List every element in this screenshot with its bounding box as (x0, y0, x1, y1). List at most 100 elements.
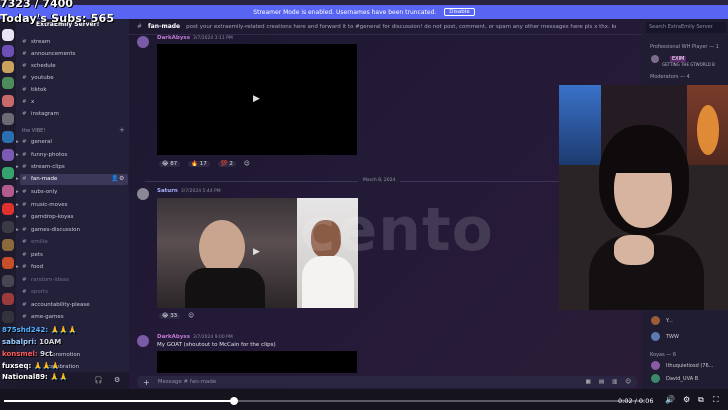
channel-youtube[interactable]: # youtube (22, 75, 54, 81)
message-author[interactable]: DarkAbyss 3/7/2024 3:11 PM (157, 35, 233, 41)
reaction[interactable]: 😂 33 (159, 313, 181, 319)
channel-funny-photos[interactable]: ▸ # funny-photos (16, 152, 67, 158)
channel-fan-made[interactable]: ▸ # fan-made (16, 176, 57, 182)
member-name[interactable]: Ithuquietiosd (76... (666, 363, 713, 369)
gift-icon[interactable]: ▦ (586, 379, 591, 385)
channel-random-ideas[interactable]: # random-ideas (22, 277, 69, 283)
chevron-right-icon: ▸ (16, 214, 19, 220)
avatar[interactable] (651, 55, 659, 63)
message-timestamp: 3/7/2024 9:00 PM (192, 335, 233, 340)
channel-promotion[interactable]: promotion (52, 352, 80, 358)
play-icon[interactable]: ▶ (253, 94, 260, 104)
settings-gear-icon[interactable]: ⚙ (114, 376, 120, 384)
channel-games-discussion[interactable]: ▸ # games-discussion (16, 227, 80, 233)
reaction[interactable]: 💯 2 (217, 161, 236, 167)
sticker-icon[interactable]: ▥ (612, 379, 617, 385)
server-icon[interactable] (2, 45, 14, 57)
channel-emilie[interactable]: # emilie (22, 239, 48, 245)
stream-chat-text: 🙏🙏🙏 (50, 326, 77, 334)
channel-gamdrop-koyas[interactable]: ▸ # gamdrop-koyas (16, 214, 74, 220)
disable-streamer-mode-button[interactable]: Disable (444, 8, 475, 16)
settings-gear-icon[interactable]: ⚙ (683, 395, 690, 404)
channel-sports[interactable]: # sports (22, 289, 48, 295)
avatar[interactable] (137, 36, 149, 48)
server-icon[interactable] (2, 239, 14, 251)
emoji-icon[interactable]: ☺ (625, 379, 631, 385)
server-icon[interactable] (2, 131, 14, 143)
channel-category[interactable]: the VIBE! (22, 128, 45, 134)
channel-topic[interactable]: post your extraemily-related creations h… (186, 24, 616, 30)
gif-icon[interactable]: ▤ (599, 379, 604, 385)
channel-tiktok[interactable]: # tiktok (22, 87, 47, 93)
channel-music-moves[interactable]: ▸ # music-moves (16, 202, 67, 208)
video-attachment[interactable] (157, 351, 357, 373)
avatar[interactable] (137, 335, 149, 347)
server-icon[interactable] (2, 149, 14, 161)
stream-chat-text: 🙏🙏🙏 (33, 362, 60, 370)
server-icon[interactable] (2, 293, 14, 305)
stream-chat-message: 875shd242: 🙏🙏🙏 (2, 326, 77, 334)
server-icon[interactable] (2, 29, 14, 41)
server-icon[interactable] (2, 257, 14, 269)
member-name[interactable]: David_UVA B (666, 376, 698, 382)
channel-stream[interactable]: # stream (22, 39, 50, 45)
avatar[interactable] (651, 316, 660, 325)
avatar[interactable] (651, 332, 660, 341)
server-icon[interactable] (2, 221, 14, 233)
hash-icon: # (137, 23, 143, 30)
headset-icon[interactable]: 🎧 (94, 376, 103, 384)
member-name[interactable]: TWW (666, 334, 679, 340)
message-author[interactable]: Saturn 3/7/2024 5:44 PM (157, 188, 221, 194)
server-icon[interactable] (2, 77, 14, 89)
server-icon[interactable] (2, 113, 14, 125)
stream-chat-user: sabalpri: (2, 338, 37, 346)
add-channel-icon[interactable]: + (119, 126, 125, 134)
channel-schedule[interactable]: # schedule (22, 63, 56, 69)
stream-chat-message: fuxseq: 🙏🙏🙏 (2, 362, 60, 370)
avatar[interactable] (137, 188, 149, 200)
search-input[interactable]: Search ExtraEmily Server (646, 22, 726, 33)
channel-subs-only[interactable]: ▸ # subs-only (16, 189, 57, 195)
add-member-icon[interactable]: 👤 (111, 175, 118, 182)
channel-announcements[interactable]: # announcements (22, 51, 75, 57)
message-input[interactable]: + Message # fan-made ▦ ▤ ▥ ☺ (137, 376, 637, 388)
video-attachment-left[interactable] (157, 198, 297, 308)
channel-instagram[interactable]: # instagram (22, 111, 59, 117)
avatar[interactable] (651, 374, 660, 383)
gear-icon[interactable]: ⚙ (119, 175, 124, 182)
progress-fill (4, 400, 235, 402)
server-icon[interactable] (2, 275, 14, 287)
add-reaction-icon[interactable]: ☺ (244, 161, 250, 167)
reaction[interactable]: 🔥 17 (188, 161, 210, 167)
fullscreen-icon[interactable]: ⛶ (713, 395, 719, 405)
avatar[interactable] (651, 361, 660, 370)
reaction[interactable]: 😂 87 (159, 161, 181, 167)
channel-stream-clips[interactable]: ▸ # stream-clips (16, 164, 65, 170)
subs-today-label: Today's Subs: 565 (0, 12, 115, 25)
channel-food[interactable]: ▸ # food (16, 264, 43, 270)
picture-in-picture-icon[interactable]: ⧉ (698, 395, 704, 405)
message-author[interactable]: DarkAbyss 3/7/2024 9:00 PM (157, 334, 233, 340)
channel-x[interactable]: # x (22, 99, 34, 105)
channel-general[interactable]: ▸ # general (16, 139, 52, 145)
channel-pets[interactable]: # pets (22, 252, 43, 258)
add-attachment-icon[interactable]: + (143, 378, 150, 387)
member-name[interactable]: Y... (666, 318, 673, 324)
channel-ame-games[interactable]: # ame-games (22, 314, 64, 320)
server-icon[interactable] (2, 61, 14, 73)
watermark-text: cento (300, 195, 494, 265)
hash-icon: # (22, 39, 27, 45)
server-icon[interactable] (2, 185, 14, 197)
message-timestamp: 3/7/2024 5:44 PM (180, 189, 221, 194)
server-icon[interactable] (2, 95, 14, 107)
server-icon[interactable] (2, 311, 14, 323)
hash-icon: # (22, 202, 27, 208)
add-reaction-icon[interactable]: ☺ (188, 313, 194, 319)
channel-accountability-please[interactable]: # accountability-please (22, 302, 90, 308)
volume-icon[interactable]: 🔊 (665, 395, 675, 404)
youtube-server-icon[interactable] (2, 203, 14, 215)
server-icon[interactable] (2, 167, 14, 179)
stream-chat-user: fuxseq: (2, 362, 32, 370)
chevron-right-icon: ▸ (16, 227, 19, 233)
play-icon[interactable]: ▶ (253, 247, 260, 257)
